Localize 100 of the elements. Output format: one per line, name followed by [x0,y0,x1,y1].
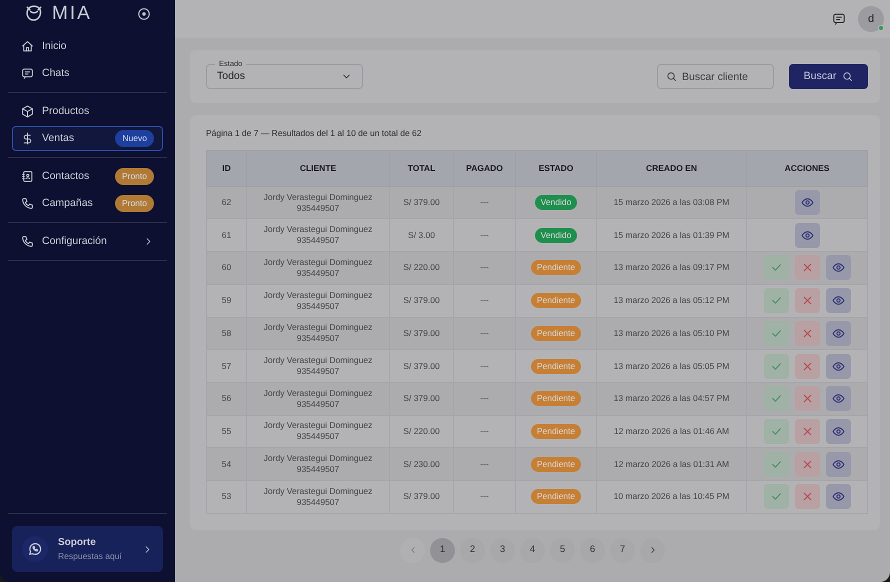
reject-button[interactable] [794,320,820,346]
approve-button[interactable] [764,452,788,477]
view-button[interactable] [826,484,850,510]
view-button[interactable] [826,354,850,379]
table-cell: 15 marzo 2026 a las 03:08 PM [596,186,746,219]
column-header: ACCIONES [746,150,868,186]
sidebar-item[interactable]: Productos [12,99,163,124]
column-header: PAGADO [454,150,516,186]
table-cell: 13 marzo 2026 a las 05:12 PM [596,284,746,317]
sidebar-item[interactable]: Contactos Pronto [12,164,163,189]
table-cell: Jordy Verastegui Dominguez 935449507 [246,480,390,514]
table-cell: --- [454,382,516,416]
sidebar-item[interactable]: Chats [12,61,163,86]
status-badge: Pronto [114,195,154,212]
chat-icon [21,67,34,80]
status-badge: Vendido [534,228,578,243]
status-badge: Pendiente [530,391,582,406]
approve-button[interactable] [764,320,788,346]
column-header: CREADO EN [596,150,746,186]
eye-icon [800,196,814,210]
page-button[interactable]: 6 [580,538,605,563]
sidebar-item[interactable]: Configuración [12,229,163,254]
page-button[interactable]: 2 [460,538,485,563]
support-card[interactable]: Soporte Respuestas aquí [12,526,163,572]
status-badge: Nuevo [115,130,154,147]
reject-button[interactable] [794,452,820,477]
approve-button[interactable] [764,255,788,280]
approve-button[interactable] [764,484,788,510]
table-cell: Jordy Verastegui Dominguez 935449507 [246,448,390,480]
table-cell: 13 marzo 2026 a las 05:10 PM [596,317,746,350]
table-cell: S/ 379.00 [390,284,454,317]
page-button[interactable]: 3 [490,538,515,563]
approve-button[interactable] [764,288,788,314]
status-badge: Pendiente [530,489,582,504]
sidebar-item[interactable]: Inicio [12,34,163,59]
view-button[interactable] [826,386,850,412]
view-button[interactable] [826,288,850,314]
page-button[interactable]: 1 [430,538,455,563]
view-button[interactable] [794,190,820,216]
reject-button[interactable] [794,484,820,510]
approve-button[interactable] [764,354,788,379]
page-button[interactable]: 4 [520,538,545,563]
approve-button[interactable] [764,418,788,444]
table-cell: 12 marzo 2026 a las 01:31 AM [596,448,746,480]
logo-icon [24,4,44,24]
collapse-icon[interactable] [137,7,151,21]
search-button[interactable]: Buscar [789,64,868,89]
table-cell: Jordy Verastegui Dominguez 935449507 [246,317,390,350]
table-cell: --- [454,186,516,219]
table-cell: 13 marzo 2026 a las 05:05 PM [596,350,746,382]
reject-button[interactable] [794,386,820,412]
table-cell: S/ 379.00 [390,480,454,514]
view-button[interactable] [826,320,850,346]
sidebar-item[interactable]: Campañas Pronto [12,191,163,216]
results-summary: Página 1 de 7 — Resultados del 1 al 10 de un total de 62 [206,127,422,140]
box-icon [21,105,34,118]
page-button[interactable]: 5 [550,538,575,563]
reject-button[interactable] [794,255,820,280]
close-icon [800,326,814,340]
table-cell: 13 marzo 2026 a las 04:57 PM [596,382,746,416]
search-field[interactable]: Buscar cliente [657,64,774,89]
reject-button[interactable] [794,288,820,314]
reject-button[interactable] [794,418,820,444]
support-subtitle: Respuestas aquí [58,550,123,563]
view-button[interactable] [826,418,850,444]
column-header: TOTAL [390,150,454,186]
table-cell: 59 [206,284,246,317]
contact-book-icon [21,170,34,183]
home-icon [21,40,34,53]
view-button[interactable] [826,255,850,280]
eye-icon [832,326,844,340]
close-icon [800,261,814,274]
eye-icon [832,490,844,504]
status-badge: Pendiente [530,424,582,439]
table-cell: --- [454,480,516,514]
status-badge: Vendido [534,195,578,210]
approve-button[interactable] [764,386,788,412]
user-avatar[interactable]: d [858,6,884,32]
table-cell: 60 [206,252,246,284]
table-cell: S/ 230.00 [390,448,454,480]
view-button[interactable] [794,222,820,248]
close-icon [800,458,814,471]
chat-icon[interactable] [832,12,846,26]
status-badge: Pendiente [530,326,582,341]
status-badge: Pendiente [530,293,582,308]
view-button[interactable] [826,452,850,477]
reject-button[interactable] [794,354,820,379]
status-badge: Pronto [114,168,154,185]
table-cell: Jordy Verastegui Dominguez 935449507 [246,186,390,219]
close-icon [800,392,814,406]
phone-icon [21,235,34,248]
table-cell: S/ 379.00 [390,186,454,219]
eye-icon [832,424,844,438]
close-icon [800,490,814,504]
page-button[interactable]: 7 [610,538,635,563]
eye-icon [800,228,814,242]
column-header: ID [206,150,246,186]
sidebar-item[interactable]: Ventas Nuevo [12,126,163,151]
eye-icon [832,392,844,406]
brand-name: MIA [52,2,92,26]
